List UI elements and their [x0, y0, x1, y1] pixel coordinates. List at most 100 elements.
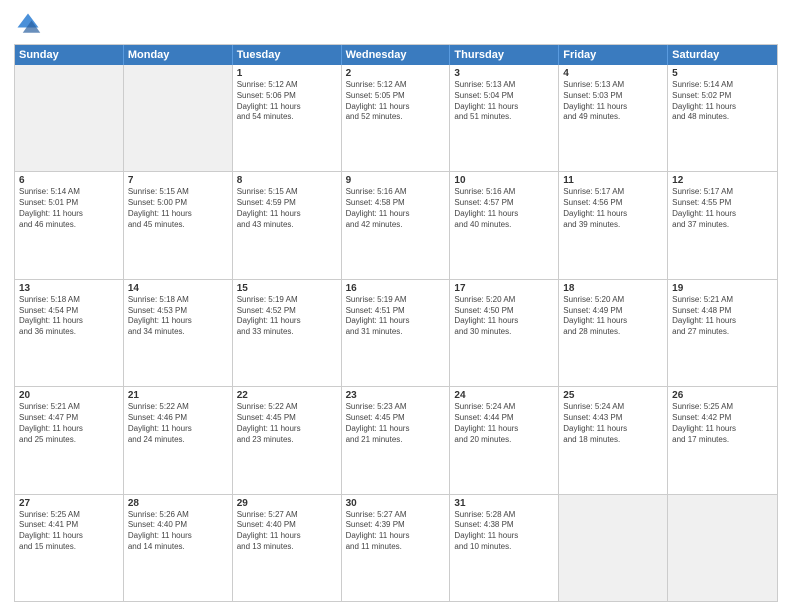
- cal-cell-20: 20Sunrise: 5:21 AM Sunset: 4:47 PM Dayli…: [15, 387, 124, 493]
- cell-info: Sunrise: 5:27 AM Sunset: 4:39 PM Dayligh…: [346, 510, 446, 553]
- cell-info: Sunrise: 5:22 AM Sunset: 4:46 PM Dayligh…: [128, 402, 228, 445]
- cell-info: Sunrise: 5:28 AM Sunset: 4:38 PM Dayligh…: [454, 510, 554, 553]
- cal-cell-5: 5Sunrise: 5:14 AM Sunset: 5:02 PM Daylig…: [668, 65, 777, 171]
- day-number: 2: [346, 68, 446, 79]
- cal-cell-19: 19Sunrise: 5:21 AM Sunset: 4:48 PM Dayli…: [668, 280, 777, 386]
- day-number: 19: [672, 283, 773, 294]
- day-number: 1: [237, 68, 337, 79]
- header-cell-friday: Friday: [559, 45, 668, 65]
- header-cell-wednesday: Wednesday: [342, 45, 451, 65]
- cal-row-3: 13Sunrise: 5:18 AM Sunset: 4:54 PM Dayli…: [15, 279, 777, 386]
- day-number: 20: [19, 390, 119, 401]
- day-number: 4: [563, 68, 663, 79]
- cal-row-5: 27Sunrise: 5:25 AM Sunset: 4:41 PM Dayli…: [15, 494, 777, 601]
- cell-info: Sunrise: 5:16 AM Sunset: 4:57 PM Dayligh…: [454, 187, 554, 230]
- cal-row-2: 6Sunrise: 5:14 AM Sunset: 5:01 PM Daylig…: [15, 171, 777, 278]
- day-number: 10: [454, 175, 554, 186]
- cal-cell-1: 1Sunrise: 5:12 AM Sunset: 5:06 PM Daylig…: [233, 65, 342, 171]
- day-number: 11: [563, 175, 663, 186]
- header-cell-thursday: Thursday: [450, 45, 559, 65]
- cal-cell-26: 26Sunrise: 5:25 AM Sunset: 4:42 PM Dayli…: [668, 387, 777, 493]
- cal-cell-18: 18Sunrise: 5:20 AM Sunset: 4:49 PM Dayli…: [559, 280, 668, 386]
- cal-cell-15: 15Sunrise: 5:19 AM Sunset: 4:52 PM Dayli…: [233, 280, 342, 386]
- cell-info: Sunrise: 5:25 AM Sunset: 4:41 PM Dayligh…: [19, 510, 119, 553]
- cal-cell-25: 25Sunrise: 5:24 AM Sunset: 4:43 PM Dayli…: [559, 387, 668, 493]
- cell-info: Sunrise: 5:27 AM Sunset: 4:40 PM Dayligh…: [237, 510, 337, 553]
- cell-info: Sunrise: 5:12 AM Sunset: 5:05 PM Dayligh…: [346, 80, 446, 123]
- cal-cell-8: 8Sunrise: 5:15 AM Sunset: 4:59 PM Daylig…: [233, 172, 342, 278]
- day-number: 12: [672, 175, 773, 186]
- cal-cell-2: 2Sunrise: 5:12 AM Sunset: 5:05 PM Daylig…: [342, 65, 451, 171]
- day-number: 3: [454, 68, 554, 79]
- cal-row-4: 20Sunrise: 5:21 AM Sunset: 4:47 PM Dayli…: [15, 386, 777, 493]
- cell-info: Sunrise: 5:15 AM Sunset: 4:59 PM Dayligh…: [237, 187, 337, 230]
- cal-cell-29: 29Sunrise: 5:27 AM Sunset: 4:40 PM Dayli…: [233, 495, 342, 601]
- cell-info: Sunrise: 5:18 AM Sunset: 4:54 PM Dayligh…: [19, 295, 119, 338]
- cell-info: Sunrise: 5:20 AM Sunset: 4:50 PM Dayligh…: [454, 295, 554, 338]
- cal-cell-28: 28Sunrise: 5:26 AM Sunset: 4:40 PM Dayli…: [124, 495, 233, 601]
- logo: [14, 10, 46, 38]
- cal-cell-24: 24Sunrise: 5:24 AM Sunset: 4:44 PM Dayli…: [450, 387, 559, 493]
- cal-cell-14: 14Sunrise: 5:18 AM Sunset: 4:53 PM Dayli…: [124, 280, 233, 386]
- header-cell-sunday: Sunday: [15, 45, 124, 65]
- cal-cell-13: 13Sunrise: 5:18 AM Sunset: 4:54 PM Dayli…: [15, 280, 124, 386]
- cell-info: Sunrise: 5:17 AM Sunset: 4:55 PM Dayligh…: [672, 187, 773, 230]
- day-number: 9: [346, 175, 446, 186]
- cal-cell-empty: [15, 65, 124, 171]
- cell-info: Sunrise: 5:24 AM Sunset: 4:43 PM Dayligh…: [563, 402, 663, 445]
- cell-info: Sunrise: 5:21 AM Sunset: 4:47 PM Dayligh…: [19, 402, 119, 445]
- cal-cell-3: 3Sunrise: 5:13 AM Sunset: 5:04 PM Daylig…: [450, 65, 559, 171]
- cal-cell-12: 12Sunrise: 5:17 AM Sunset: 4:55 PM Dayli…: [668, 172, 777, 278]
- day-number: 24: [454, 390, 554, 401]
- cell-info: Sunrise: 5:16 AM Sunset: 4:58 PM Dayligh…: [346, 187, 446, 230]
- day-number: 30: [346, 498, 446, 509]
- calendar-body: 1Sunrise: 5:12 AM Sunset: 5:06 PM Daylig…: [15, 65, 777, 601]
- cell-info: Sunrise: 5:22 AM Sunset: 4:45 PM Dayligh…: [237, 402, 337, 445]
- day-number: 16: [346, 283, 446, 294]
- header-cell-saturday: Saturday: [668, 45, 777, 65]
- day-number: 18: [563, 283, 663, 294]
- cal-cell-27: 27Sunrise: 5:25 AM Sunset: 4:41 PM Dayli…: [15, 495, 124, 601]
- cal-cell-9: 9Sunrise: 5:16 AM Sunset: 4:58 PM Daylig…: [342, 172, 451, 278]
- cell-info: Sunrise: 5:24 AM Sunset: 4:44 PM Dayligh…: [454, 402, 554, 445]
- day-number: 31: [454, 498, 554, 509]
- day-number: 5: [672, 68, 773, 79]
- day-number: 14: [128, 283, 228, 294]
- cell-info: Sunrise: 5:14 AM Sunset: 5:01 PM Dayligh…: [19, 187, 119, 230]
- cell-info: Sunrise: 5:15 AM Sunset: 5:00 PM Dayligh…: [128, 187, 228, 230]
- cal-cell-16: 16Sunrise: 5:19 AM Sunset: 4:51 PM Dayli…: [342, 280, 451, 386]
- cell-info: Sunrise: 5:13 AM Sunset: 5:03 PM Dayligh…: [563, 80, 663, 123]
- cell-info: Sunrise: 5:14 AM Sunset: 5:02 PM Dayligh…: [672, 80, 773, 123]
- header-cell-monday: Monday: [124, 45, 233, 65]
- cal-row-1: 1Sunrise: 5:12 AM Sunset: 5:06 PM Daylig…: [15, 65, 777, 171]
- cell-info: Sunrise: 5:21 AM Sunset: 4:48 PM Dayligh…: [672, 295, 773, 338]
- cell-info: Sunrise: 5:20 AM Sunset: 4:49 PM Dayligh…: [563, 295, 663, 338]
- day-number: 21: [128, 390, 228, 401]
- cal-cell-empty: [559, 495, 668, 601]
- day-number: 6: [19, 175, 119, 186]
- cell-info: Sunrise: 5:19 AM Sunset: 4:51 PM Dayligh…: [346, 295, 446, 338]
- day-number: 28: [128, 498, 228, 509]
- day-number: 23: [346, 390, 446, 401]
- cal-cell-7: 7Sunrise: 5:15 AM Sunset: 5:00 PM Daylig…: [124, 172, 233, 278]
- cell-info: Sunrise: 5:19 AM Sunset: 4:52 PM Dayligh…: [237, 295, 337, 338]
- cell-info: Sunrise: 5:23 AM Sunset: 4:45 PM Dayligh…: [346, 402, 446, 445]
- cell-info: Sunrise: 5:17 AM Sunset: 4:56 PM Dayligh…: [563, 187, 663, 230]
- cal-cell-31: 31Sunrise: 5:28 AM Sunset: 4:38 PM Dayli…: [450, 495, 559, 601]
- cell-info: Sunrise: 5:25 AM Sunset: 4:42 PM Dayligh…: [672, 402, 773, 445]
- day-number: 27: [19, 498, 119, 509]
- cal-cell-empty: [124, 65, 233, 171]
- cal-cell-11: 11Sunrise: 5:17 AM Sunset: 4:56 PM Dayli…: [559, 172, 668, 278]
- day-number: 8: [237, 175, 337, 186]
- day-number: 15: [237, 283, 337, 294]
- cal-cell-22: 22Sunrise: 5:22 AM Sunset: 4:45 PM Dayli…: [233, 387, 342, 493]
- cell-info: Sunrise: 5:18 AM Sunset: 4:53 PM Dayligh…: [128, 295, 228, 338]
- cal-cell-23: 23Sunrise: 5:23 AM Sunset: 4:45 PM Dayli…: [342, 387, 451, 493]
- calendar-header: SundayMondayTuesdayWednesdayThursdayFrid…: [15, 45, 777, 65]
- day-number: 13: [19, 283, 119, 294]
- logo-icon: [14, 10, 42, 38]
- cal-cell-10: 10Sunrise: 5:16 AM Sunset: 4:57 PM Dayli…: [450, 172, 559, 278]
- day-number: 26: [672, 390, 773, 401]
- cell-info: Sunrise: 5:12 AM Sunset: 5:06 PM Dayligh…: [237, 80, 337, 123]
- cal-cell-17: 17Sunrise: 5:20 AM Sunset: 4:50 PM Dayli…: [450, 280, 559, 386]
